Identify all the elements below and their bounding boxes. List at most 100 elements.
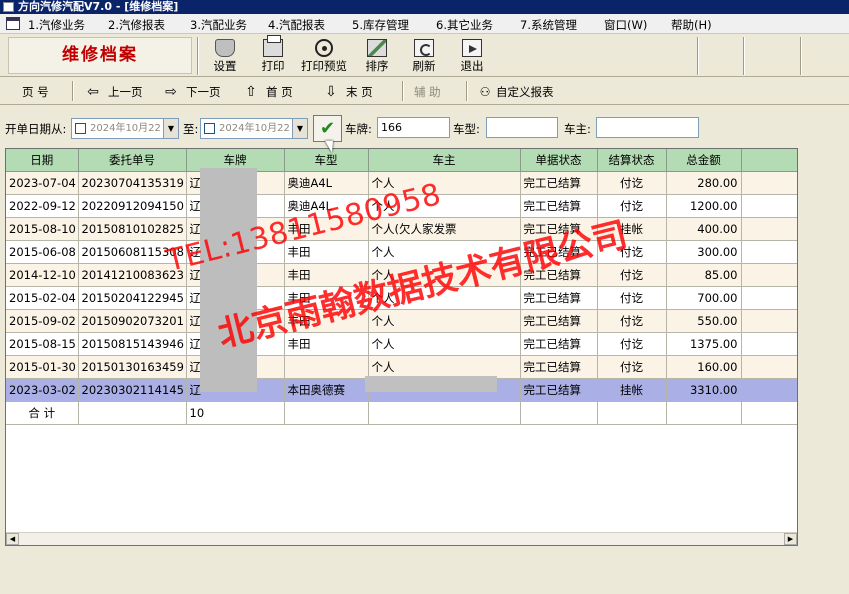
column-header-settle-status[interactable]: 结算状态 [597,149,667,172]
cell-amount: 550.00 [666,309,742,333]
total-cell [368,401,521,425]
total-cell [284,401,369,425]
scroll-right-icon[interactable]: ▶ [784,533,797,545]
cell-settle-status: 付讫 [597,263,667,287]
arrow-left-icon: ⇦ [87,84,99,100]
cell-order-no: 20150130163459 [78,355,187,379]
cell-order-no: 20230302114145 [78,378,187,402]
last-page-button[interactable]: ⇩ 末 页 [322,83,373,101]
owner-input[interactable] [596,117,699,138]
setup-icon [215,39,235,57]
cell-model: 奥迪A4L [284,171,369,195]
refresh-label: 刷新 [412,59,436,73]
setup-button[interactable]: 设置 [203,37,247,75]
total-cell [741,401,797,425]
first-page-button[interactable]: ⇧ 首 页 [242,83,293,101]
cell-amount: 85.00 [666,263,742,287]
cell-date: 2022-09-12 [6,194,79,218]
total-cell [78,401,187,425]
cell-amount: 1375.00 [666,332,742,356]
main-toolbar: 维修档案 设置 打印 打印预览 排序 刷新 退出 [0,35,849,77]
sort-button[interactable]: 排序 [355,37,399,75]
chevron-down-icon[interactable]: ▼ [292,119,307,138]
exit-icon [462,39,482,57]
next-page-button[interactable]: ⇨ 下一页 [162,83,221,101]
chevron-down-icon[interactable]: ▼ [163,119,178,138]
print-preview-icon [315,39,333,57]
cell-model: 本田奥德赛 [284,378,369,402]
exit-label: 退出 [460,59,484,73]
menu-inventory[interactable]: 5.库存管理 [352,17,409,33]
cell-amount: 700.00 [666,286,742,310]
custom-report-button[interactable]: ⚇ 自定义报表 [478,83,554,101]
page-number-button[interactable]: 页 号 [22,83,49,101]
menu-repair-business[interactable]: 1.汽修业务 [28,17,85,33]
plate-input[interactable] [377,117,450,138]
cell-order-no: 20150815143946 [78,332,187,356]
menu-repair-reports[interactable]: 2.汽修报表 [108,17,165,33]
owner-label: 车主: [564,122,591,136]
date-to-picker[interactable]: 2024年10月22 ▼ [200,118,308,139]
printer-icon [263,35,283,57]
column-header-doc-status[interactable]: 单据状态 [520,149,598,172]
cell-settle-status: 付讫 [597,286,667,310]
menu-parts-business[interactable]: 3.汽配业务 [190,17,247,33]
horizontal-scrollbar[interactable]: ◀ ▶ [6,532,797,545]
model-label: 车型: [453,122,480,136]
table-row[interactable]: 2015-01-30 20150130163459 辽个人 完工已结算 付讫 160.00 [6,355,797,379]
nav-separator [72,81,74,101]
menu-window[interactable]: 窗口(W) [604,17,647,33]
sort-icon [367,39,387,57]
column-header-owner[interactable]: 车主 [368,149,521,172]
last-page-label: 末 页 [346,85,373,99]
menu-system[interactable]: 7.系统管理 [520,17,577,33]
scroll-left-icon[interactable]: ◀ [6,533,19,545]
plate-redaction [200,168,257,392]
print-button[interactable]: 打印 [251,35,295,75]
total-cell [597,401,667,425]
cell-amount: 3310.00 [666,378,742,402]
column-header-contact[interactable]: 联系 [741,149,797,172]
date-from-checkbox[interactable] [75,123,86,134]
binoculars-icon: ⚇ [479,85,491,99]
menu-help[interactable]: 帮助(H) [671,17,712,33]
column-header-model[interactable]: 车型 [284,149,369,172]
toolbar-separator [697,37,699,75]
cell-settle-status: 付讫 [597,332,667,356]
toolbar-separator [800,37,802,75]
cell-contact [741,286,797,310]
cell-order-no: 20150204122945 [78,286,187,310]
cell-doc-status: 完工已结算 [520,378,598,402]
refresh-button[interactable]: 刷新 [402,37,446,75]
arrow-right-icon: ⇨ [165,84,177,100]
exit-button[interactable]: 退出 [450,37,494,75]
cell-amount: 280.00 [666,171,742,195]
column-header-order[interactable]: 委托单号 [78,149,187,172]
date-to-label: 至: [183,122,199,136]
filter-bar: 开单日期从: 2024年10月22 ▼ 至: 2024年10月22 ▼ ✔ 车牌… [0,106,849,148]
prev-page-button[interactable]: ⇦ 上一页 [84,83,143,101]
table-row[interactable]: 2015-08-15 20150815143946 辽丰田 个人 完工已结算 付讫 1375… [6,332,797,356]
setup-label: 设置 [213,59,237,73]
assist-button[interactable]: 辅 助 [414,83,441,101]
menu-parts-reports[interactable]: 4.汽配报表 [268,17,325,33]
cell-date: 2015-06-08 [6,240,79,264]
date-from-picker[interactable]: 2024年10月22 ▼ [71,118,179,139]
refresh-icon [414,39,434,57]
prev-page-label: 上一页 [108,85,143,99]
child-window-icon[interactable] [6,17,20,30]
cell-settle-status: 付讫 [597,355,667,379]
next-page-label: 下一页 [186,85,221,99]
print-preview-button[interactable]: 打印预览 [298,37,350,75]
column-header-date[interactable]: 日期 [6,149,79,172]
column-header-amount[interactable]: 总金额 [666,149,742,172]
nav-separator [466,81,468,101]
cell-date: 2015-08-10 [6,217,79,241]
date-to-checkbox[interactable] [204,123,215,134]
cell-amount: 1200.00 [666,194,742,218]
module-title: 维修档案 [8,37,192,74]
cell-contact [741,171,797,195]
model-input[interactable] [486,117,558,138]
menu-other-business[interactable]: 6.其它业务 [436,17,493,33]
cell-amount: 400.00 [666,217,742,241]
